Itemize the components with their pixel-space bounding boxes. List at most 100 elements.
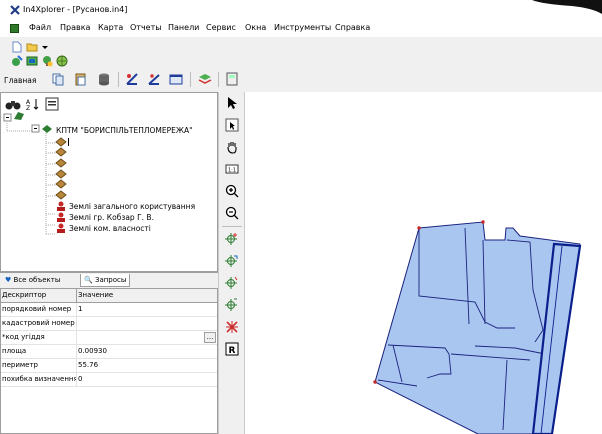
tab-queries-label: Запросы	[94, 276, 127, 284]
svg-text:R: R	[229, 346, 236, 356]
map-root-icon	[14, 112, 24, 120]
document-icon[interactable]	[10, 24, 19, 33]
move-vertex-icon[interactable]	[225, 254, 239, 268]
pointer-arrow-icon[interactable]	[225, 96, 239, 110]
property-name: площа	[2, 347, 27, 355]
column-divider	[76, 303, 77, 317]
land-owner-icon[interactable]	[55, 201, 67, 212]
tab-queries[interactable]: 🔍 Запросы	[80, 274, 131, 287]
parcel-icon[interactable]	[55, 147, 67, 157]
parcel-icon[interactable]	[55, 169, 67, 179]
table-row[interactable]: *код угіддя ...	[1, 331, 217, 345]
tree-land-communal[interactable]: Землі ком. власності	[69, 224, 151, 233]
open-folder-icon[interactable]	[26, 41, 38, 53]
tree-object-icon[interactable]	[41, 55, 53, 67]
menu-service[interactable]: Сервис	[206, 23, 236, 32]
property-value[interactable]: 55.76	[78, 361, 98, 369]
property-name: порядковий номер	[2, 305, 72, 313]
new-file-icon[interactable]	[11, 41, 23, 53]
menu-panels[interactable]: Панели	[168, 23, 199, 32]
column-divider	[76, 373, 77, 387]
app-logo-icon	[10, 5, 20, 15]
add-vertex-icon[interactable]	[225, 232, 239, 246]
copy-icon[interactable]	[51, 72, 65, 86]
property-value[interactable]: 1	[78, 305, 82, 313]
map-layer-icon[interactable]	[26, 55, 38, 67]
ribbon-bar: Главная	[0, 68, 245, 92]
toolbar-separator	[118, 72, 119, 87]
table-row[interactable]: похибка визначення 0	[1, 373, 217, 387]
menu-file[interactable]: Файл	[29, 23, 51, 32]
tree-land-common[interactable]: Землі загального користування	[69, 202, 195, 211]
column-divider[interactable]	[76, 289, 77, 303]
delete-vertex-icon[interactable]	[225, 320, 239, 334]
layers-stack-icon[interactable]	[198, 72, 212, 86]
measure-angle-icon[interactable]	[125, 72, 139, 86]
layer-add-icon[interactable]	[11, 55, 23, 67]
text-cursor	[68, 138, 69, 146]
dropdown-arrow-icon[interactable]	[41, 42, 49, 52]
table-row[interactable]: площа 0.00930	[1, 345, 217, 359]
zoom-out-icon[interactable]	[225, 206, 239, 220]
parcel-icon[interactable]	[55, 190, 67, 200]
properties-icon[interactable]	[45, 97, 59, 111]
tree-root-label[interactable]: КПТМ "БОРИСПІЛЬТЕПЛОМЕРЕЖА"	[56, 126, 193, 135]
column-header-descriptor[interactable]: Дескриптор	[2, 291, 76, 299]
table-row[interactable]: периметр 55.76	[1, 359, 217, 373]
title-bar: In4Xplorer - [Русанов.in4]	[0, 0, 602, 20]
tab-all-objects[interactable]: ♥ Все объекты	[2, 274, 64, 287]
table-header: Дескриптор Значение	[1, 289, 217, 303]
snap-vertex-icon[interactable]	[225, 276, 239, 290]
land-owner-icon[interactable]	[55, 212, 67, 223]
property-value[interactable]: 0.00930	[78, 347, 107, 355]
object-panel: A Z КПТМ "БОРИСПІЛЬТЕПЛОМЕРЕЖА" Землі за…	[0, 92, 218, 434]
globe-icon[interactable]	[56, 55, 68, 67]
database-icon[interactable]	[97, 72, 111, 86]
menu-map[interactable]: Карта	[98, 23, 123, 32]
toolbar-separator	[218, 72, 219, 87]
vertex-marker	[417, 226, 421, 230]
tab-all-objects-label: Все объекты	[13, 276, 61, 284]
column-divider	[76, 317, 77, 331]
split-vertex-icon[interactable]	[225, 298, 239, 312]
panel-tabs: ♥ Все объекты 🔍 Запросы	[0, 272, 218, 288]
property-value[interactable]: 0	[78, 375, 82, 383]
parcel-icon[interactable]	[55, 158, 67, 168]
scale-one-to-one-icon[interactable]: 1:1	[225, 162, 239, 176]
select-box-icon[interactable]	[225, 118, 239, 132]
table-row[interactable]: кадастровий номер	[1, 317, 217, 331]
parcel-icon[interactable]	[55, 179, 67, 189]
pan-hand-icon[interactable]	[225, 140, 239, 154]
window-view-icon[interactable]	[169, 72, 183, 86]
table-row[interactable]: порядковий номер 1	[1, 303, 217, 317]
sort-az-icon[interactable]: A Z	[25, 97, 41, 111]
properties-table: Дескриптор Значение порядковий номер 1 к…	[0, 288, 218, 434]
binoculars-icon[interactable]	[5, 97, 21, 111]
ellipsis-button[interactable]: ...	[204, 332, 216, 343]
svg-text:1:1: 1:1	[228, 168, 236, 174]
vertex-marker	[373, 380, 377, 384]
measure-line-icon[interactable]	[147, 72, 161, 86]
window-corner-decoration	[512, 0, 602, 14]
zoom-in-icon[interactable]	[225, 184, 239, 198]
calculator-icon[interactable]	[225, 72, 239, 86]
menu-windows[interactable]: Окна	[245, 23, 266, 32]
map-canvas[interactable]	[245, 92, 602, 434]
menu-reports[interactable]: Отчеты	[130, 23, 162, 32]
tree-land-kobzar[interactable]: Землі гр. Кобзар Г. В.	[69, 213, 154, 222]
parcel-map[interactable]	[245, 92, 602, 434]
property-name: кадастровий номер	[2, 319, 75, 327]
toolbar-separator	[222, 226, 242, 227]
tab-home[interactable]: Главная	[4, 76, 36, 85]
property-name: похибка визначення	[2, 375, 76, 383]
parcel-icon[interactable]	[55, 137, 67, 147]
column-header-value[interactable]: Значение	[78, 291, 113, 299]
land-owner-icon[interactable]	[55, 223, 67, 234]
menu-edit[interactable]: Правка	[60, 23, 90, 32]
paste-icon[interactable]	[74, 72, 88, 86]
menu-help[interactable]: Справка	[335, 23, 370, 32]
menu-tools[interactable]: Инструменты	[274, 23, 331, 32]
raster-r-icon[interactable]: R	[225, 342, 239, 356]
menu-bar: Файл Правка Карта Отчеты Панели Сервис О…	[0, 20, 602, 37]
column-divider	[76, 359, 77, 373]
